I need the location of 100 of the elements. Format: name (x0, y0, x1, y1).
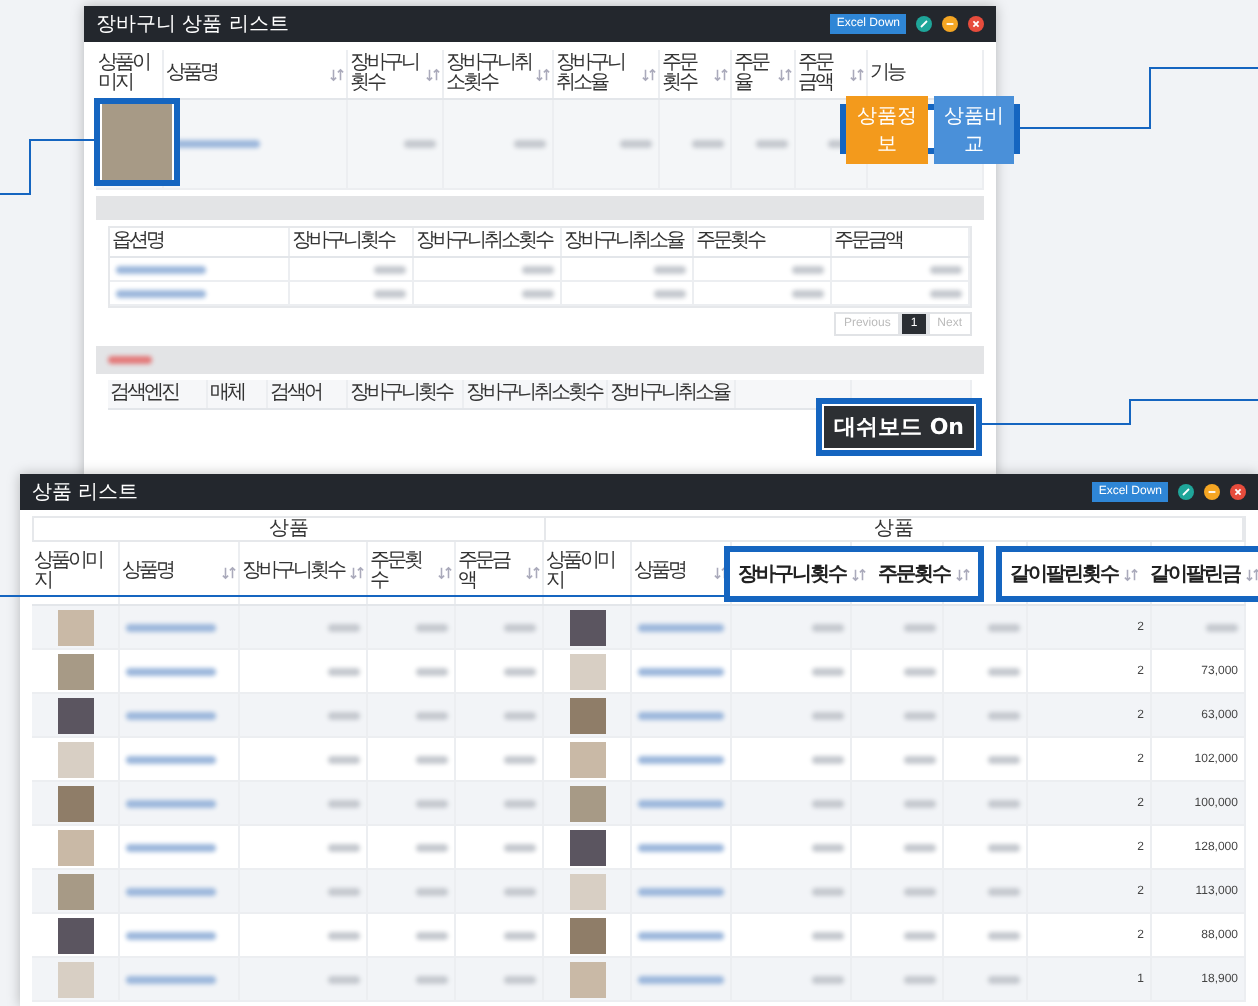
column-header: 매체 (210, 384, 246, 404)
column-header: 장바구니취소율 (564, 232, 686, 252)
blurred-text (328, 623, 360, 631)
photo-placeholder (569, 741, 605, 777)
blurred-text (904, 755, 936, 763)
blurred-text (504, 931, 536, 939)
blurred-text (812, 975, 844, 983)
blurred-text (638, 667, 724, 675)
blurred-text (904, 887, 936, 895)
blurred-text (126, 755, 216, 763)
blurred-text (504, 623, 536, 631)
column-header: 장바구니횟수 (242, 562, 347, 582)
blurred-text (416, 887, 448, 895)
blurred-text (904, 931, 936, 939)
expand-icon[interactable] (916, 16, 932, 32)
close-icon[interactable] (968, 16, 984, 32)
blurred-text (988, 975, 1020, 983)
expand-icon[interactable] (1178, 484, 1194, 500)
window-title: 상품 리스트 (32, 480, 141, 506)
blurred-text (504, 887, 536, 895)
blurred-text (638, 843, 724, 851)
blurred-text (988, 755, 1020, 763)
column-header: 주문금액 (834, 232, 904, 252)
column-header: 상품명 (122, 562, 175, 582)
group-header: 상품 (269, 518, 309, 540)
column-header: 주문횟수 (370, 552, 424, 592)
blurred-text (522, 289, 554, 297)
column-header: 상품이미지 (98, 54, 151, 94)
blurred-text (328, 887, 360, 895)
column-header: 장바구니취소율 (610, 384, 732, 404)
column-header: 주문금액 (458, 552, 512, 592)
photo-placeholder (57, 697, 93, 733)
blurred-text (638, 711, 724, 719)
blurred-text (504, 755, 536, 763)
photo-placeholder (569, 829, 605, 865)
blurred-text (904, 667, 936, 675)
blurred-text (638, 799, 724, 807)
minimize-icon[interactable] (942, 16, 958, 32)
blurred-text (812, 887, 844, 895)
blurred-text (116, 289, 206, 297)
column-header: 장바구니횟수 (738, 562, 846, 588)
dashboard-badge: 대쉬보드 On (823, 406, 974, 448)
column-header: 검색어 (270, 384, 323, 404)
column-header: 주문횟수 (662, 54, 699, 94)
photo-placeholder (57, 653, 93, 689)
blurred-text (1206, 623, 1238, 631)
blurred-text (126, 711, 216, 719)
blurred-text (504, 667, 536, 675)
blurred-text (812, 711, 844, 719)
blurred-text (126, 975, 216, 983)
blurred-text (416, 843, 448, 851)
photo-placeholder (569, 609, 605, 645)
blurred-text (416, 755, 448, 763)
blurred-text (812, 799, 844, 807)
photo-placeholder (569, 961, 605, 997)
blurred-text (792, 289, 824, 297)
blurred-text (126, 667, 216, 675)
blurred-text (328, 667, 360, 675)
blurred-text (692, 140, 724, 148)
blurred-text (416, 623, 448, 631)
column-header: 검색엔진 (110, 384, 181, 404)
column-header: 주문횟수 (878, 562, 950, 588)
minimize-icon[interactable] (1204, 484, 1220, 500)
column-header: 옵션명 (112, 232, 165, 252)
photo-placeholder (57, 609, 93, 645)
blurred-text (638, 887, 724, 895)
blurred-text (126, 623, 216, 631)
blurred-text (904, 843, 936, 851)
blurred-text (812, 843, 844, 851)
column-header: 장바구니취소횟수 (446, 54, 533, 94)
blurred-text (620, 140, 652, 148)
photo-placeholder (57, 785, 93, 821)
blurred-text (638, 755, 724, 763)
blurred-text (638, 931, 724, 939)
column-header: 상품이미지 (34, 552, 104, 592)
blurred-text (328, 975, 360, 983)
blurred-text (504, 711, 536, 719)
blurred-text (514, 140, 546, 148)
blurred-text (654, 289, 686, 297)
blurred-text (116, 265, 206, 273)
close-icon[interactable] (1230, 484, 1246, 500)
photo-placeholder (57, 961, 93, 997)
photo-placeholder (57, 829, 93, 865)
action-button[interactable]: 상품비교 (933, 95, 1014, 163)
photo-placeholder (57, 917, 93, 953)
photo-placeholder (569, 697, 605, 733)
blurred-text (328, 931, 360, 939)
photo-placeholder (569, 653, 605, 689)
blurred-text (638, 975, 724, 983)
blurred-text (904, 711, 936, 719)
action-button[interactable]: 상품정보 (846, 95, 927, 163)
photo-placeholder (569, 785, 605, 821)
blurred-text (638, 623, 724, 631)
blurred-text (904, 799, 936, 807)
column-header: 기능 (870, 64, 907, 84)
blurred-text (416, 667, 448, 675)
blurred-text (374, 289, 406, 297)
blurred-text (930, 289, 962, 297)
column-header: 장바구니취소횟수 (416, 232, 555, 252)
photo-placeholder (57, 873, 93, 909)
